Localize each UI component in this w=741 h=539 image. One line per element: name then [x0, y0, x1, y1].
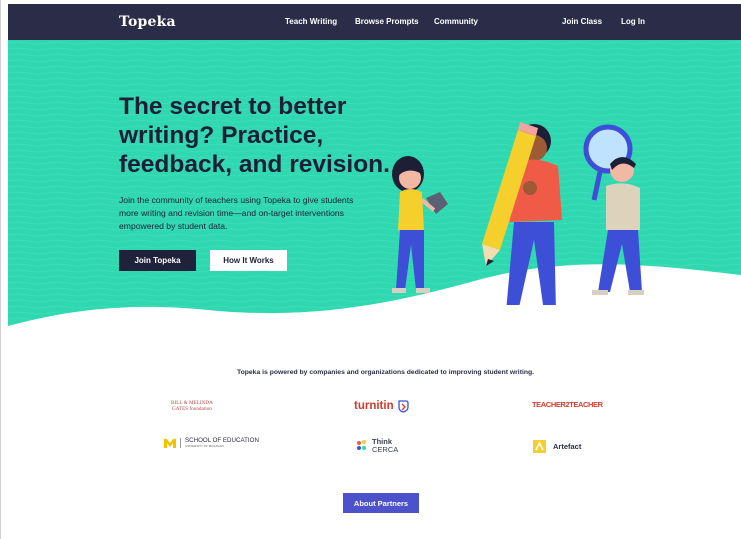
girl-figure [392, 156, 448, 293]
thinkcerca-dots-icon [357, 439, 366, 450]
michigan-subtext: UNIVERSITY OF MICHIGAN [185, 443, 224, 448]
how-it-works-button[interactable]: How It Works [210, 250, 287, 271]
boy-with-pencil [482, 122, 562, 305]
thinkcerca-logo[interactable]: Think CERCA [356, 438, 398, 453]
partners-title: Topeka is powered by companies and organ… [236, 369, 535, 376]
boy-with-magnifier [583, 124, 644, 295]
artefact-icon [533, 440, 546, 453]
hero-section: The secret to better writing? Practice, … [8, 40, 741, 330]
cerca-text: CERCA [372, 444, 399, 454]
turnitin-logo[interactable]: turnitin [354, 399, 410, 413]
nav-browse-prompts[interactable]: Browse Prompts [355, 17, 419, 26]
nav-community[interactable]: Community [434, 17, 478, 26]
hero-illustration [392, 122, 644, 305]
top-nav: Topeka Teach Writing Browse Prompts Comm… [8, 4, 741, 40]
nav-join-class[interactable]: Join Class [562, 17, 602, 26]
artefact-logo[interactable]: Artefact [533, 440, 581, 453]
turnitin-icon [397, 400, 409, 413]
michigan-school-of-education-logo[interactable]: SCHOOL OF EDUCATION UNIVERSITY OF MICHIG… [164, 437, 259, 448]
hero-subtext: Join the community of teachers using Top… [119, 195, 354, 231]
turnitin-text: turnitin [354, 400, 394, 412]
hero-headline: The secret to better writing? Practice, … [119, 93, 390, 178]
nav-teach-writing[interactable]: Teach Writing [285, 17, 337, 26]
nav-log-in[interactable]: Log In [621, 17, 645, 26]
brand-logo[interactable]: Topeka [119, 14, 176, 30]
join-topeka-button[interactable]: Join Topeka [119, 250, 196, 271]
michigan-m-icon [164, 438, 176, 448]
about-partners-button[interactable]: About Partners [343, 493, 419, 513]
artefact-text: Artefact [553, 442, 582, 451]
gates-line-2: GATES foundation [171, 406, 212, 412]
gates-foundation-logo[interactable]: BILL & MELINDA GATES foundation [171, 400, 213, 412]
michigan-divider [180, 438, 181, 448]
teacher2teacher-logo[interactable]: TEACHER2TEACHER [532, 400, 603, 409]
